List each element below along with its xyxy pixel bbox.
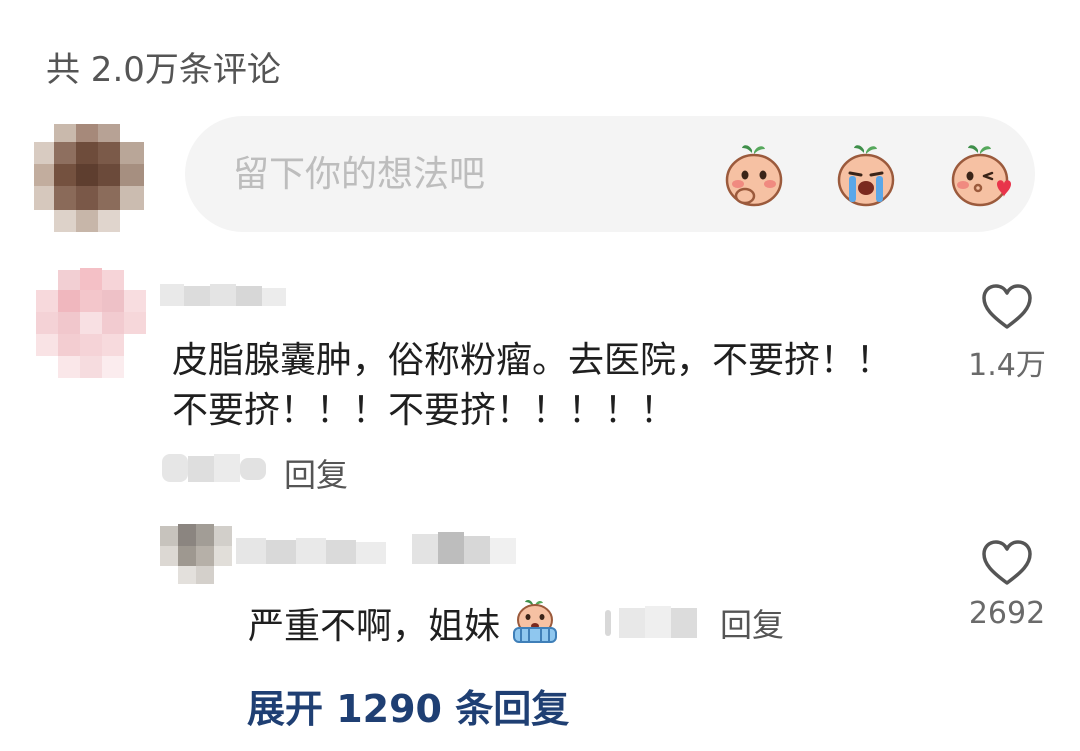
reply-button[interactable]: 回复 bbox=[284, 450, 348, 496]
heart-outline-icon bbox=[982, 284, 1032, 329]
comment-author-avatar[interactable] bbox=[36, 268, 146, 380]
reply-like-count: 2692 bbox=[968, 596, 1046, 631]
expand-replies-button[interactable]: 展开 1290 条回复 bbox=[247, 678, 569, 733]
comment-composer bbox=[185, 116, 1035, 232]
like-count: 1.4万 bbox=[968, 348, 1046, 383]
reply-timestamp bbox=[605, 606, 697, 638]
comment-text: 皮脂腺囊肿，俗称粉瘤。去医院，不要挤！！不要挤！！！不要挤！！！！！ bbox=[172, 340, 893, 431]
like-button[interactable]: 1.4万 bbox=[962, 282, 1052, 384]
sticker-cry-icon[interactable] bbox=[833, 142, 899, 208]
comment-timestamp bbox=[162, 454, 266, 482]
sticker-worried-icon bbox=[513, 599, 558, 643]
reply-author-name[interactable] bbox=[236, 528, 536, 578]
comment-author-name[interactable] bbox=[160, 280, 290, 310]
reply-text-content: 严重不啊，姐妹 bbox=[248, 606, 501, 647]
sticker-kiss-icon[interactable] bbox=[947, 142, 1013, 208]
comment-input[interactable] bbox=[233, 149, 703, 199]
comment-count-header: 共 2.0万条评论 bbox=[46, 50, 281, 90]
reply-text: 严重不啊，姐妹 bbox=[248, 598, 559, 652]
sticker-shy-icon[interactable] bbox=[721, 142, 787, 208]
current-user-avatar[interactable] bbox=[34, 124, 144, 232]
reply-like-button[interactable]: 2692 bbox=[962, 538, 1052, 631]
reply-author-avatar[interactable] bbox=[160, 520, 232, 586]
heart-outline-icon bbox=[982, 540, 1032, 585]
reply-to-reply-button[interactable]: 回复 bbox=[720, 600, 784, 646]
